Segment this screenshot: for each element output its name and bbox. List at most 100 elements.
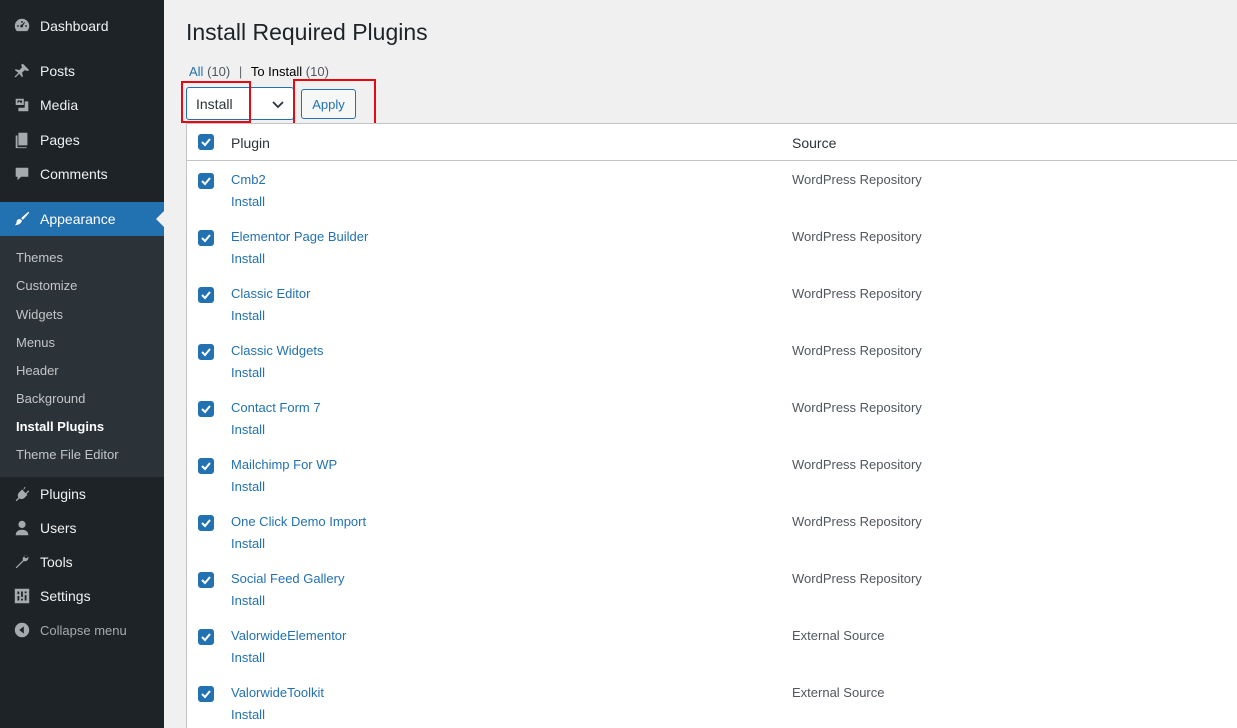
submenu-item-customize[interactable]: Customize xyxy=(16,278,77,293)
column-header-source: Source xyxy=(792,135,837,151)
install-link[interactable]: Install xyxy=(231,707,265,722)
plugin-name-link[interactable]: Cmb2 xyxy=(231,172,266,187)
submenu-item-themes[interactable]: Themes xyxy=(16,250,63,265)
row-checkbox[interactable] xyxy=(198,401,214,417)
table-row: ValorwideToolkit Install External Source xyxy=(187,674,1237,728)
plugin-source: WordPress Repository xyxy=(792,229,922,244)
install-link[interactable]: Install xyxy=(231,650,265,665)
plugin-source: WordPress Repository xyxy=(792,514,922,529)
menu-item-pages[interactable]: Pages xyxy=(0,123,164,157)
install-link[interactable]: Install xyxy=(231,422,265,437)
plugin-name-link[interactable]: Social Feed Gallery xyxy=(231,571,344,586)
filter-to-install-count: (10) xyxy=(305,64,329,79)
table-row: Social Feed Gallery Install WordPress Repo… xyxy=(187,560,1237,617)
checkmark-icon xyxy=(201,177,211,186)
menu-item-tools[interactable]: Tools xyxy=(0,545,164,579)
row-checkbox[interactable] xyxy=(198,686,214,702)
install-link[interactable]: Install xyxy=(231,308,265,323)
plugin-name-link[interactable]: One Click Demo Import xyxy=(231,514,366,529)
row-checkbox[interactable] xyxy=(198,173,214,189)
plugin-source: WordPress Repository xyxy=(792,400,922,415)
plugin-source: WordPress Repository xyxy=(792,172,922,187)
plugin-source: External Source xyxy=(792,685,885,700)
select-all-checkbox[interactable] xyxy=(198,134,214,150)
plugin-name-link[interactable]: Classic Editor xyxy=(231,286,310,301)
row-checkbox[interactable] xyxy=(198,230,214,246)
install-link[interactable]: Install xyxy=(231,593,265,608)
plugin-source: WordPress Repository xyxy=(792,343,922,358)
filter-to-install[interactable]: To Install (10) xyxy=(251,64,329,79)
apply-button[interactable]: Apply xyxy=(301,89,356,119)
submenu-item-widgets[interactable]: Widgets xyxy=(16,307,63,322)
table-row: Mailchimp For WP Install WordPress Reposit… xyxy=(187,446,1237,503)
checkmark-icon xyxy=(201,633,211,642)
menu-label: Comments xyxy=(40,166,108,182)
install-link[interactable]: Install xyxy=(231,365,265,380)
plugin-source: External Source xyxy=(792,628,885,643)
row-checkbox[interactable] xyxy=(198,629,214,645)
column-header-plugin[interactable]: Plugin xyxy=(231,135,270,151)
row-checkbox[interactable] xyxy=(198,287,214,303)
checkmark-icon xyxy=(201,405,211,414)
pages-icon xyxy=(11,130,33,150)
plugin-name-link[interactable]: ValorwideToolkit xyxy=(231,685,324,700)
filter-all-link[interactable]: All (10) xyxy=(189,64,230,79)
dashboard-icon xyxy=(11,16,33,36)
install-link[interactable]: Install xyxy=(231,194,265,209)
users-icon xyxy=(11,518,33,538)
page-title: Install Required Plugins xyxy=(186,19,428,45)
submenu-item-install-plugins[interactable]: Install Plugins xyxy=(16,419,104,434)
collapse-icon xyxy=(11,620,33,640)
media-icon xyxy=(11,95,33,115)
plugin-source: WordPress Repository xyxy=(792,571,922,586)
table-row: Contact Form 7 Install WordPress Repositor… xyxy=(187,389,1237,446)
plugin-name-link[interactable]: Elementor Page Builder xyxy=(231,229,368,244)
submenu-item-header[interactable]: Header xyxy=(16,363,59,378)
table-row: One Click Demo Import Install WordPress Re… xyxy=(187,503,1237,560)
chevron-down-icon xyxy=(272,101,284,109)
row-checkbox[interactable] xyxy=(198,458,214,474)
menu-item-dashboard[interactable]: Dashboard xyxy=(0,9,164,43)
checkmark-icon xyxy=(201,462,211,471)
menu-item-media[interactable]: Media xyxy=(0,88,164,122)
install-link[interactable]: Install xyxy=(231,479,265,494)
collapse-menu-button[interactable]: Collapse menu xyxy=(0,613,164,647)
filter-all-label: All xyxy=(189,64,204,79)
menu-label: Media xyxy=(40,97,79,113)
plugin-name-link[interactable]: Classic Widgets xyxy=(231,343,323,358)
menu-label: Users xyxy=(40,520,77,536)
row-checkbox[interactable] xyxy=(198,572,214,588)
plugin-name-link[interactable]: Mailchimp For WP xyxy=(231,457,337,472)
menu-item-users[interactable]: Users xyxy=(0,511,164,545)
checkmark-icon xyxy=(201,519,211,528)
menu-item-plugins[interactable]: Plugins xyxy=(0,477,164,511)
menu-item-posts[interactable]: Posts xyxy=(0,54,164,88)
table-row: ValorwideElementor Install External Source xyxy=(187,617,1237,674)
menu-label: Pages xyxy=(40,132,80,148)
install-link[interactable]: Install xyxy=(231,536,265,551)
bulk-action-select[interactable]: Install xyxy=(186,87,294,120)
menu-item-appearance[interactable]: Appearance xyxy=(0,202,164,236)
bulk-action-value: Install xyxy=(196,95,233,112)
plugins-table: Plugin Source Cmb2 Install WordPress Repos… xyxy=(186,123,1237,728)
submenu-item-theme-file-editor[interactable]: Theme File Editor xyxy=(16,447,119,462)
plugin-name-link[interactable]: ValorwideElementor xyxy=(231,628,346,643)
wrench-icon xyxy=(11,552,33,572)
table-row: Elementor Page Builder Install WordPress R… xyxy=(187,218,1237,275)
submenu-item-background[interactable]: Background xyxy=(16,391,85,406)
filter-to-install-label: To Install xyxy=(250,64,303,79)
table-row: Classic Widgets Install WordPress Reposito… xyxy=(187,332,1237,389)
comments-icon xyxy=(11,164,33,184)
row-checkbox[interactable] xyxy=(198,344,214,360)
plugin-source: WordPress Repository xyxy=(792,286,922,301)
checkmark-icon xyxy=(201,348,211,357)
admin-sidebar: Dashboard Posts Media Pages Comments App… xyxy=(0,0,164,728)
checkmark-icon xyxy=(201,291,211,300)
install-link[interactable]: Install xyxy=(231,251,265,266)
row-checkbox[interactable] xyxy=(198,515,214,531)
table-header: Plugin Source xyxy=(187,124,1237,161)
menu-item-comments[interactable]: Comments xyxy=(0,157,164,191)
menu-item-settings[interactable]: Settings xyxy=(0,579,164,613)
plugin-name-link[interactable]: Contact Form 7 xyxy=(231,400,321,415)
submenu-item-menus[interactable]: Menus xyxy=(16,335,55,350)
